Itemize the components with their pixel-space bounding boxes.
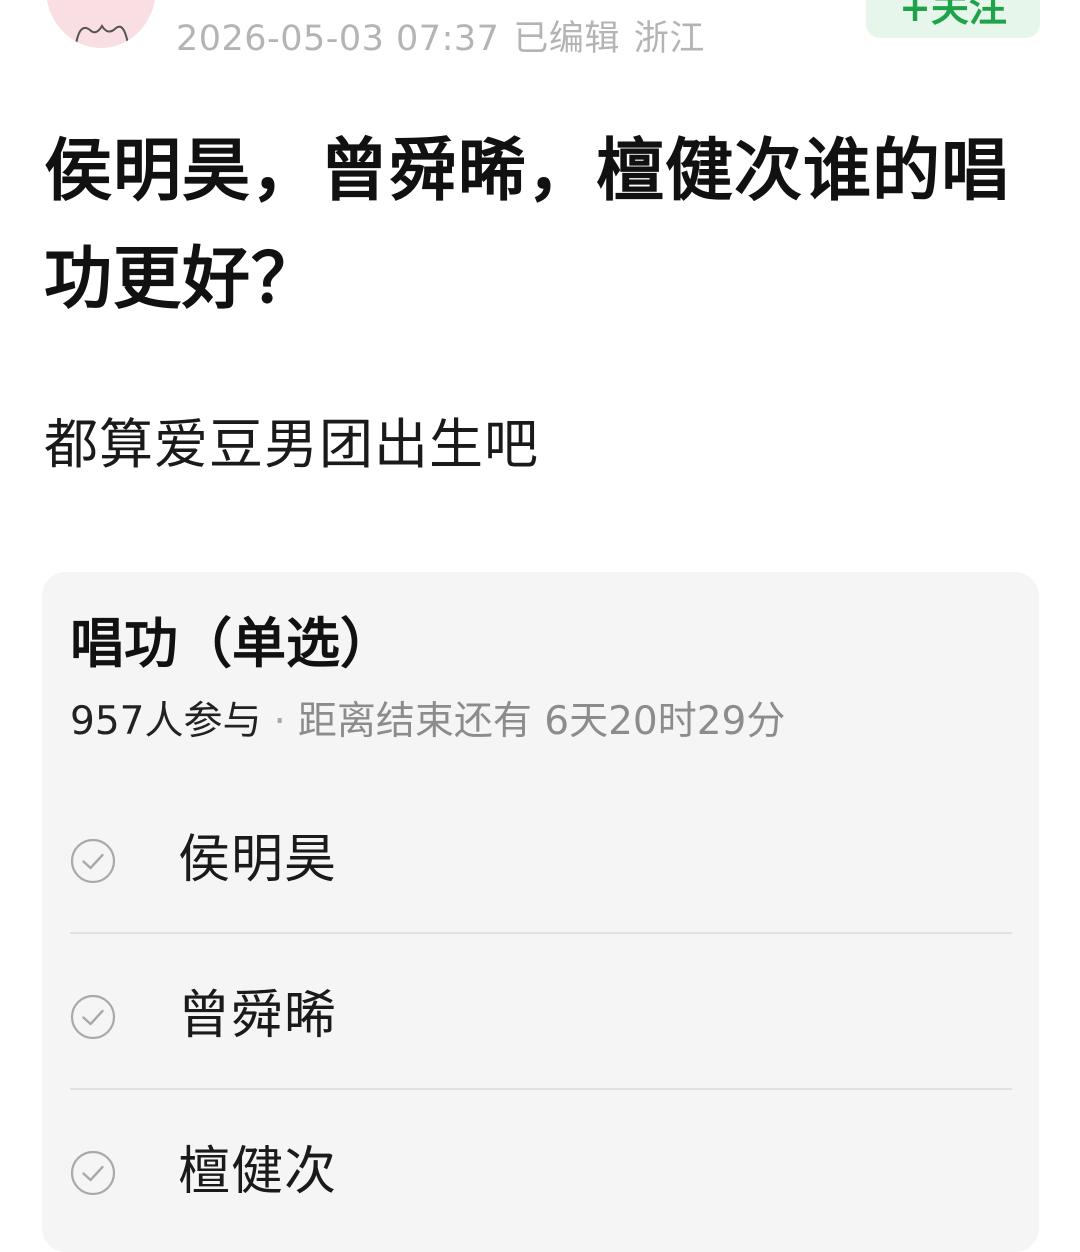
check-circle-icon [70, 1150, 116, 1196]
check-circle-icon [70, 838, 116, 884]
poll-title: 唱功（单选） [70, 612, 394, 675]
post-body: 都算爱豆男团出生吧 [44, 413, 539, 476]
follow-button[interactable]: +关注 [866, 0, 1040, 38]
post-date: 2026-05-03 07:37 [176, 19, 500, 59]
check-circle-icon [70, 994, 116, 1040]
poll-meta-separator: · [273, 699, 286, 744]
poll-option-label: 檀健次 [178, 1142, 338, 1202]
post-title: 侯明昊，曾舜晞，檀健次谁的唱功更好？ [44, 132, 1011, 319]
post-meta: 2026-05-03 07:37 已编辑 浙江 [176, 10, 719, 61]
poll-option[interactable]: 侯明昊 [70, 778, 1012, 934]
post-header: 2026-05-03 07:37 已编辑 浙江 +关注 [0, 0, 1080, 70]
location-tag: 浙江 [633, 19, 705, 59]
poll-card: 唱功（单选） 957人参与 · 距离结束还有 6天20时29分 侯明昊 曾舜晞 檀健… [42, 572, 1039, 1252]
poll-meta: 957人参与 · 距离结束还有 6天20时29分 [70, 698, 785, 746]
poll-option[interactable]: 曾舜晞 [70, 934, 1012, 1090]
poll-option-label: 侯明昊 [178, 830, 338, 890]
poll-participants: 957人参与 [70, 699, 262, 744]
poll-remaining-label: 距离结束还有 [297, 699, 532, 744]
poll-remaining-time: 6天20时29分 [544, 699, 786, 744]
avatar[interactable] [46, 0, 156, 48]
poll-option[interactable]: 檀健次 [70, 1090, 1012, 1246]
avatar-drawing [75, 24, 129, 45]
poll-option-label: 曾舜晞 [178, 986, 338, 1046]
edited-tag: 已编辑 [513, 19, 620, 59]
